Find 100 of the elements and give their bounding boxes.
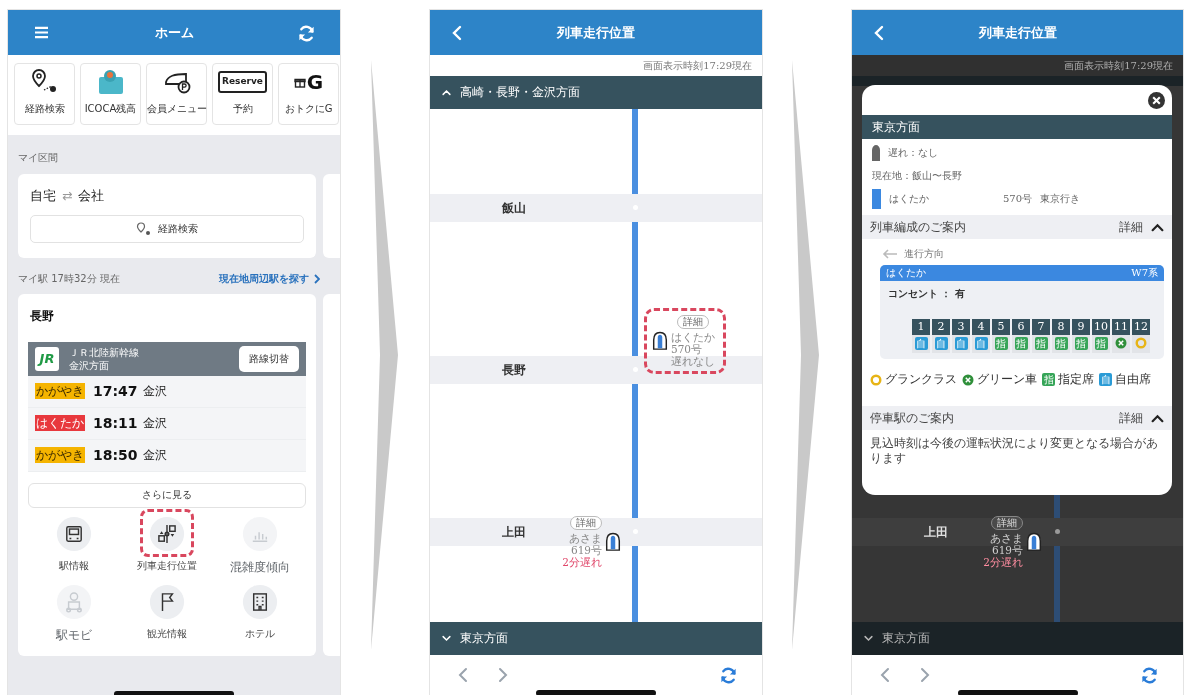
departure-row[interactable]: はくたか 18:11 金沢 bbox=[28, 407, 306, 440]
previous-icon[interactable] bbox=[880, 667, 890, 683]
section-header[interactable]: 停車駅のご案内 詳細 bbox=[862, 406, 1172, 430]
station-name: 上田 bbox=[502, 523, 526, 541]
chevron-up-icon[interactable] bbox=[1151, 222, 1164, 232]
train-series: W7系 bbox=[1131, 266, 1158, 280]
car-number: 6 bbox=[1012, 319, 1030, 335]
delay-status: 2分遅れ bbox=[983, 556, 1023, 568]
car-number: 5 bbox=[992, 319, 1010, 335]
outlet-info: コンセント ： 有 bbox=[888, 287, 966, 301]
detail-button[interactable]: 詳細 bbox=[570, 516, 602, 530]
car-number: 4 bbox=[972, 319, 990, 335]
see-more-button[interactable]: さらに見る bbox=[28, 482, 306, 508]
refresh-icon[interactable] bbox=[719, 665, 738, 685]
close-icon[interactable] bbox=[1148, 91, 1165, 109]
seat-mark: 指 bbox=[1034, 337, 1048, 350]
car-number: 12 bbox=[1132, 319, 1150, 335]
station-dot bbox=[1055, 529, 1060, 534]
detail-button[interactable]: 詳細 bbox=[991, 516, 1023, 530]
next-icon[interactable] bbox=[498, 667, 508, 683]
feature-button[interactable]: ホテル bbox=[213, 582, 306, 646]
shortcut-tile[interactable]: Reserve 予約 bbox=[212, 63, 273, 125]
feature-button[interactable]: 駅情報 bbox=[28, 514, 121, 578]
refresh-icon[interactable] bbox=[1140, 665, 1159, 685]
feature-button[interactable]: 観光情報 bbox=[120, 582, 214, 646]
station-name: 長野 bbox=[30, 308, 55, 325]
car-number: 8 bbox=[1052, 319, 1070, 335]
delay-status: 遅れなし bbox=[671, 355, 715, 367]
station-name: 長野 bbox=[502, 361, 526, 379]
car-number: 2 bbox=[932, 319, 950, 335]
seat-mark: 指 bbox=[1074, 337, 1088, 350]
train-name: あさま bbox=[569, 532, 602, 544]
train-number: 570号 bbox=[1003, 192, 1033, 206]
reserve-icon: Reserve bbox=[218, 71, 267, 93]
section-header[interactable]: 列車編成のご案内 詳細 bbox=[862, 215, 1172, 239]
chevron-up-icon[interactable] bbox=[1151, 413, 1164, 423]
destination: 金沢 bbox=[143, 447, 167, 463]
seat-mark: 自 bbox=[914, 337, 928, 350]
car-number: 11 bbox=[1112, 319, 1130, 335]
train-position-icon bbox=[149, 516, 185, 552]
departure-row[interactable]: かがやき 17:47 金沢 bbox=[28, 375, 306, 408]
car-number: 10 bbox=[1092, 319, 1110, 335]
seat-mark: 自 bbox=[934, 337, 948, 350]
train-name: はくたか bbox=[889, 192, 930, 206]
shortcut-tile[interactable]: 会員メニュー bbox=[146, 63, 207, 125]
timestamp: 画面表示時刻17:29現在 bbox=[643, 58, 752, 73]
departure-row[interactable]: かがやき 18:50 金沢 bbox=[28, 439, 306, 472]
previous-icon[interactable] bbox=[458, 667, 468, 683]
destination: 金沢 bbox=[143, 383, 167, 399]
seat-mark: 指 bbox=[994, 337, 1008, 350]
train-icon[interactable] bbox=[1025, 532, 1043, 552]
chevron-right-icon[interactable] bbox=[314, 274, 320, 284]
switch-line-button[interactable]: 路線切替 bbox=[239, 345, 299, 372]
menu-icon[interactable] bbox=[34, 26, 49, 39]
robot-icon bbox=[56, 584, 93, 620]
station-name: 飯山 bbox=[502, 199, 526, 217]
detail-button[interactable]: 詳細 bbox=[677, 315, 709, 329]
railway-logo: JR bbox=[35, 346, 59, 371]
feature-button[interactable]: 列車走行位置 bbox=[120, 514, 214, 578]
train-type-tag: かがやき bbox=[35, 447, 85, 464]
nearby-stations-link[interactable]: 現在地周辺駅を探す bbox=[219, 272, 309, 286]
flag-icon bbox=[149, 584, 185, 620]
dialog-heading: 東京方面 bbox=[862, 115, 1172, 139]
screen-title: 列車走行位置 bbox=[557, 23, 635, 42]
departure-time: 17:47 bbox=[93, 383, 135, 400]
shortcut-tile[interactable]: G おトクにG bbox=[278, 63, 339, 125]
current-location: 現在地：飯山〜長野 bbox=[872, 169, 962, 183]
next-icon[interactable] bbox=[920, 667, 930, 683]
chevron-down-icon[interactable] bbox=[864, 635, 873, 642]
seat-mark: 自 bbox=[1099, 373, 1112, 386]
train-silhouette-icon bbox=[872, 145, 880, 161]
direction-header[interactable]: 東京方面 bbox=[852, 622, 1183, 655]
shortcut-tile[interactable]: ICOCA残高 bbox=[80, 63, 141, 125]
train-name: はくたか bbox=[886, 266, 926, 280]
seat-mark: 指 bbox=[1042, 373, 1055, 386]
notice-text: 見込時刻は今後の運転状況により変更となる場合があります bbox=[870, 436, 1159, 466]
destination: 金沢 bbox=[143, 415, 167, 431]
direction-header[interactable]: 東京方面 bbox=[430, 622, 762, 655]
screen-title: ホーム bbox=[154, 23, 194, 42]
route-search-button[interactable]: 経路検索 bbox=[30, 215, 304, 243]
car-number: 7 bbox=[1032, 319, 1050, 335]
shortcut-tile[interactable]: 経路検索 bbox=[14, 63, 75, 125]
legend-label: 指定席 bbox=[1058, 371, 1094, 388]
train-icon[interactable] bbox=[604, 532, 622, 552]
origin-label: 自宅 bbox=[30, 188, 56, 205]
seat-mark: 指 bbox=[1094, 337, 1108, 350]
car-number: 1 bbox=[912, 319, 930, 335]
legend-label: グリーン車 bbox=[977, 371, 1037, 388]
seat-mark: 自 bbox=[974, 337, 988, 350]
back-icon[interactable] bbox=[452, 24, 462, 41]
train-type-tag: かがやき bbox=[35, 383, 85, 400]
direction-header[interactable]: 高崎・長野・金沢方面 bbox=[430, 76, 762, 109]
train-icon[interactable] bbox=[651, 331, 669, 351]
train-front-icon bbox=[56, 516, 93, 552]
refresh-icon[interactable] bbox=[297, 24, 316, 43]
seat-mark: 指 bbox=[1014, 337, 1028, 350]
delay-info: 遅れ：なし bbox=[888, 146, 938, 160]
departure-time: 18:50 bbox=[93, 447, 135, 464]
back-icon[interactable] bbox=[874, 24, 884, 41]
left-arrow-icon bbox=[882, 249, 898, 259]
